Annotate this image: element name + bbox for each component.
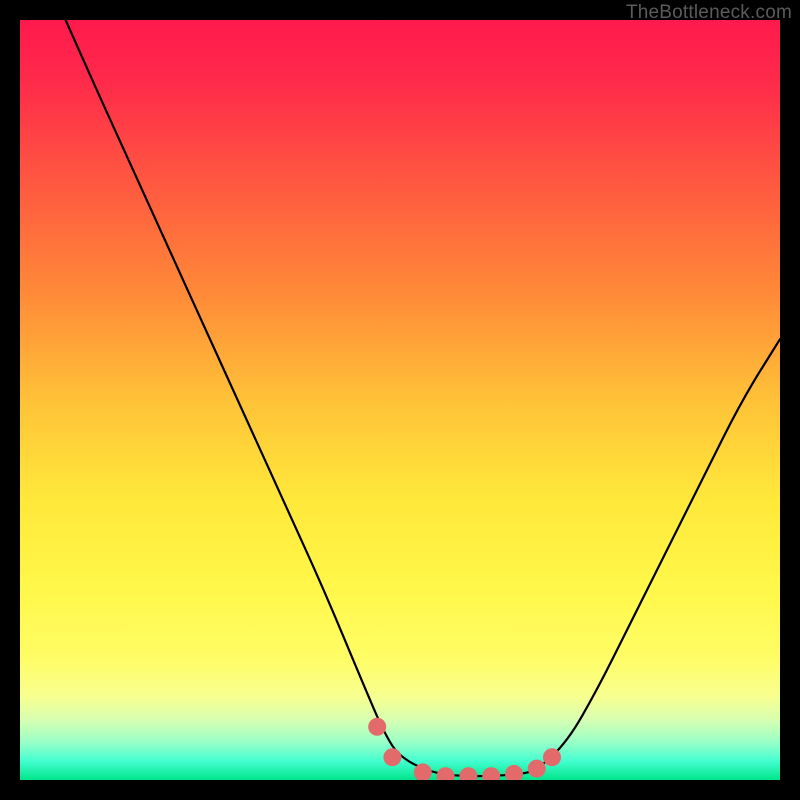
bottleneck-curve — [66, 20, 780, 776]
data-marker — [543, 748, 561, 766]
data-marker — [368, 718, 386, 736]
chart-svg — [20, 20, 780, 780]
data-marker — [383, 748, 401, 766]
chart-frame — [20, 20, 780, 780]
data-markers — [368, 718, 561, 780]
data-marker — [505, 765, 523, 780]
chart-svg-container — [20, 20, 780, 780]
data-marker — [482, 767, 500, 780]
data-marker — [528, 760, 546, 778]
data-marker — [437, 767, 455, 780]
watermark-text: TheBottleneck.com — [626, 2, 792, 24]
data-marker — [459, 767, 477, 780]
